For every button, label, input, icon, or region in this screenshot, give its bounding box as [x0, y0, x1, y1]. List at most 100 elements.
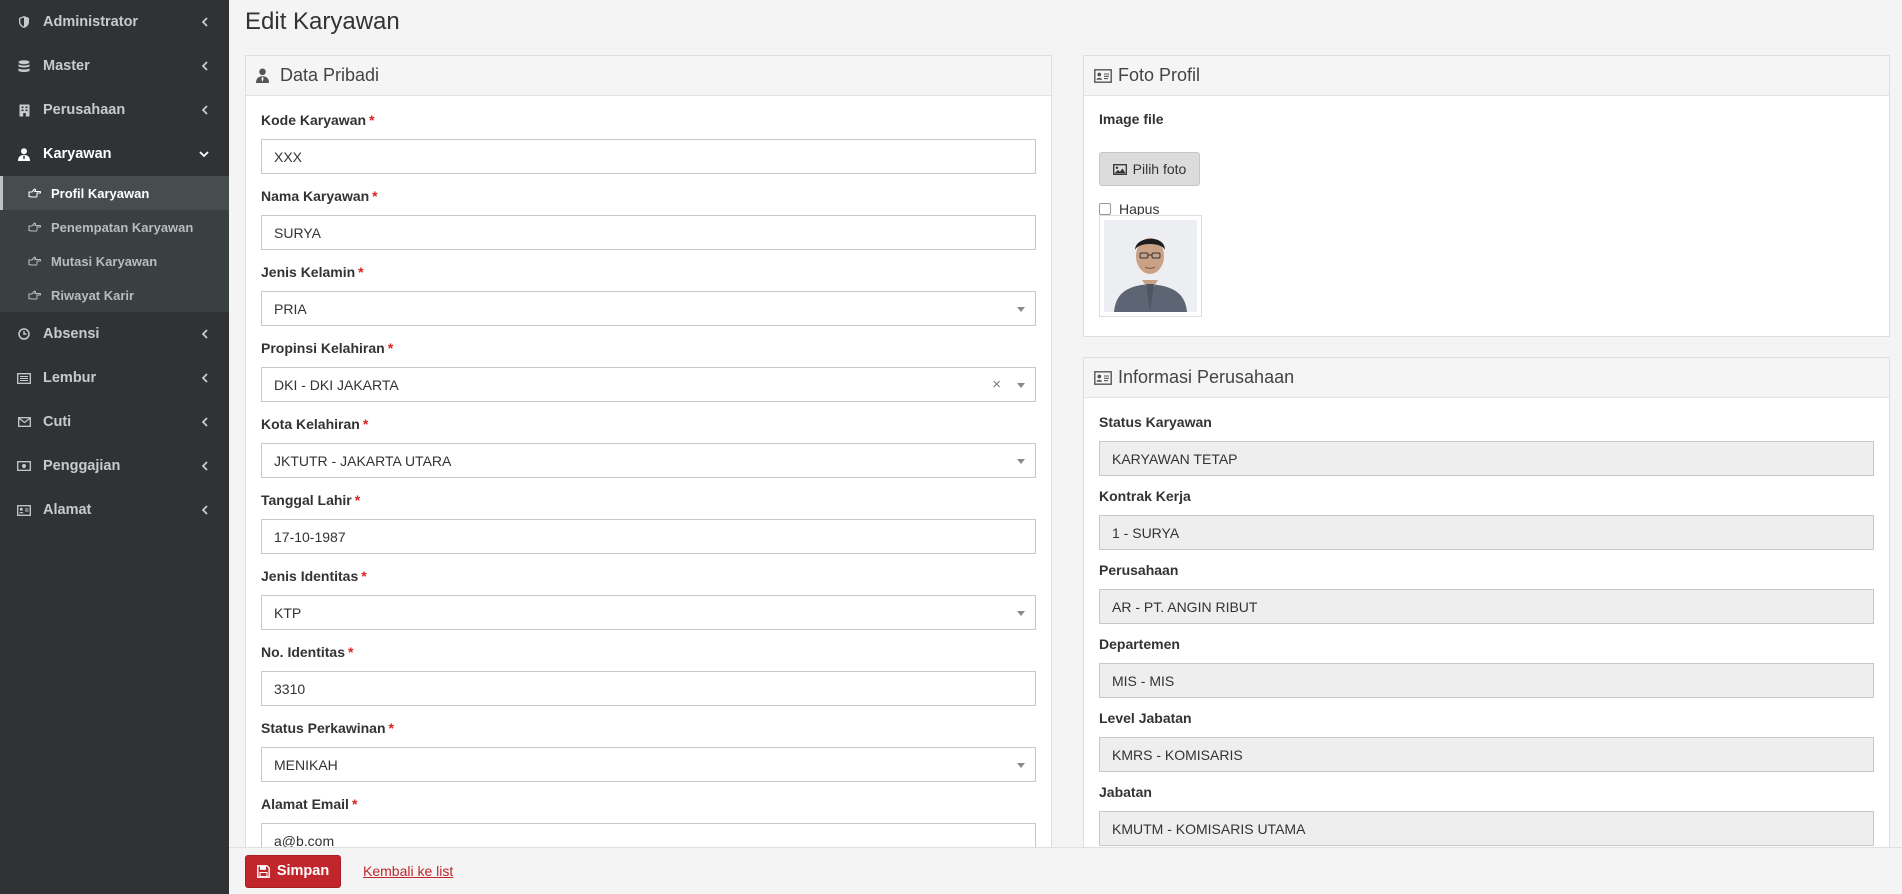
- delete-photo-checkbox[interactable]: [1099, 203, 1111, 215]
- main-content: Edit Karyawan Data Pribadi Kode Karyawan…: [229, 0, 1902, 894]
- input-value: 3310: [274, 680, 306, 697]
- nav-label: Lembur: [43, 370, 97, 386]
- label-text: Propinsi Kelahiran: [261, 340, 385, 356]
- caret-down-icon: [1017, 307, 1025, 312]
- chevron-left-icon: [199, 105, 209, 115]
- subnav-label: Penempatan Karyawan: [51, 219, 194, 235]
- input-value: AR - PT. ANGIN RIBUT: [1112, 598, 1258, 615]
- input-value: PRIA: [274, 300, 307, 317]
- status-karyawan-input: KARYAWAN TETAP: [1099, 441, 1874, 476]
- clear-icon[interactable]: ×: [992, 376, 1001, 393]
- status-perkawinan-select[interactable]: MENIKAH: [261, 747, 1036, 782]
- subnav-item-penempatan-karyawan[interactable]: Penempatan Karyawan: [0, 210, 229, 244]
- departemen-input: MIS - MIS: [1099, 663, 1874, 698]
- subnav-item-mutasi-karyawan[interactable]: Mutasi Karyawan: [0, 244, 229, 278]
- perusahaan-input: AR - PT. ANGIN RIBUT: [1099, 589, 1874, 624]
- back-to-list-link[interactable]: Kembali ke list: [363, 863, 453, 879]
- nav-label: Absensi: [43, 326, 100, 342]
- field-nama-karyawan: Nama Karyawan * SURYA: [261, 188, 1036, 250]
- save-button[interactable]: Simpan: [245, 854, 341, 888]
- sidebar: Administrator Master Perusahaan Karyawan…: [0, 0, 229, 894]
- input-value: MENIKAH: [274, 756, 338, 773]
- label-text: Alamat Email: [261, 796, 349, 812]
- kode-karyawan-input[interactable]: XXX: [261, 139, 1036, 174]
- panel-informasi-perusahaan: Informasi Perusahaan Status Karyawan KAR…: [1083, 357, 1890, 855]
- field-label: Kontrak Kerja: [1099, 488, 1191, 504]
- field-label: Level Jabatan: [1099, 710, 1192, 726]
- field-tanggal-lahir: Tanggal Lahir * 17-10-1987: [261, 492, 1036, 554]
- nav-item-administrator[interactable]: Administrator: [0, 0, 229, 44]
- tanggal-lahir-input[interactable]: 17-10-1987: [261, 519, 1036, 554]
- required-mark: *: [358, 264, 364, 280]
- hand-pointing-icon: [28, 187, 42, 199]
- nav-label: Karyawan: [43, 146, 112, 162]
- required-mark: *: [388, 720, 394, 736]
- propinsi-kelahiran-select[interactable]: DKI - DKI JAKARTA ×: [261, 367, 1036, 402]
- no-identitas-input[interactable]: 3310: [261, 671, 1036, 706]
- nav-label: Alamat: [43, 502, 92, 518]
- money-bill-icon: [17, 459, 31, 473]
- field-status-perkawinan: Status Perkawinan * MENIKAH: [261, 720, 1036, 782]
- label-text: Tanggal Lahir: [261, 492, 352, 508]
- field-kota-kelahiran: Kota Kelahiran * JKTUTR - JAKARTA UTARA: [261, 416, 1036, 478]
- kontrak-kerja-input: 1 - SURYA: [1099, 515, 1874, 550]
- user-tie-icon: [256, 68, 274, 84]
- input-value: 1 - SURYA: [1112, 524, 1180, 541]
- page-title: Edit Karyawan: [245, 8, 400, 35]
- nav-item-absensi[interactable]: Absensi: [0, 312, 229, 356]
- envelope-icon: [17, 415, 31, 429]
- field-label: Alamat Email *: [261, 796, 1036, 816]
- panel-data-pribadi: Data Pribadi Kode Karyawan * XXX Nama Kar…: [245, 55, 1052, 855]
- panel-header: Data Pribadi: [246, 56, 1051, 96]
- nav-item-perusahaan[interactable]: Perusahaan: [0, 88, 229, 132]
- chevron-left-icon: [199, 17, 209, 27]
- jenis-kelamin-select[interactable]: PRIA: [261, 291, 1036, 326]
- caret-down-icon: [1017, 459, 1025, 464]
- nav-item-lembur[interactable]: Lembur: [0, 356, 229, 400]
- subnav-label: Profil Karyawan: [51, 185, 150, 201]
- chevron-left-icon: [199, 373, 209, 383]
- chevron-left-icon: [199, 329, 209, 339]
- required-mark: *: [362, 416, 369, 432]
- field-propinsi-kelahiran: Propinsi Kelahiran * DKI - DKI JAKARTA ×: [261, 340, 1036, 402]
- label-text: Jenis Identitas: [261, 568, 359, 584]
- database-icon: [17, 59, 31, 73]
- nav-label: Administrator: [43, 14, 139, 30]
- field-status-karyawan: Status Karyawan KARYAWAN TETAP: [1099, 414, 1874, 476]
- field-label: Kota Kelahiran *: [261, 416, 1036, 436]
- input-value: MIS - MIS: [1112, 672, 1175, 689]
- nav-item-alamat[interactable]: Alamat: [0, 488, 229, 532]
- jenis-identitas-select[interactable]: KTP: [261, 595, 1036, 630]
- nav-item-master[interactable]: Master: [0, 44, 229, 88]
- chevron-left-icon: [199, 417, 209, 427]
- required-mark: *: [372, 188, 378, 204]
- id-card-icon: [1094, 370, 1112, 386]
- chevron-down-icon: [199, 149, 209, 159]
- image-file-label: Image file: [1099, 111, 1164, 127]
- subnav-item-profil-karyawan[interactable]: Profil Karyawan: [0, 176, 229, 210]
- kota-kelahiran-select[interactable]: JKTUTR - JAKARTA UTARA: [261, 443, 1036, 478]
- subnav-item-riwayat-karir[interactable]: Riwayat Karir: [0, 278, 229, 312]
- required-mark: *: [387, 340, 394, 356]
- nav-label: Master: [43, 58, 90, 74]
- field-label: Jabatan: [1099, 784, 1152, 800]
- panel-header: Informasi Perusahaan: [1084, 358, 1889, 398]
- nama-karyawan-input[interactable]: SURYA: [261, 215, 1036, 250]
- list-alt-icon: [17, 371, 31, 385]
- choose-photo-button[interactable]: Pilih foto: [1099, 152, 1200, 186]
- input-value: 17-10-1987: [274, 528, 346, 545]
- field-jabatan: Jabatan KMUTM - KOMISARIS UTAMA: [1099, 784, 1874, 846]
- chevron-left-icon: [199, 505, 209, 515]
- nav-item-karyawan[interactable]: Karyawan: [0, 132, 229, 176]
- nav-label: Cuti: [43, 414, 72, 430]
- choose-photo-label: Pilih foto: [1132, 161, 1187, 177]
- caret-down-icon: [1017, 611, 1025, 616]
- nav-item-cuti[interactable]: Cuti: [0, 400, 229, 444]
- field-label: Propinsi Kelahiran *: [261, 340, 1036, 360]
- nav-item-penggajian[interactable]: Penggajian: [0, 444, 229, 488]
- caret-down-icon: [1017, 763, 1025, 768]
- input-value: KMUTM - KOMISARIS UTAMA: [1112, 820, 1306, 837]
- clock-icon: [17, 327, 31, 341]
- label-text: Kota Kelahiran: [261, 416, 360, 432]
- field-no-identitas: No. Identitas * 3310: [261, 644, 1036, 706]
